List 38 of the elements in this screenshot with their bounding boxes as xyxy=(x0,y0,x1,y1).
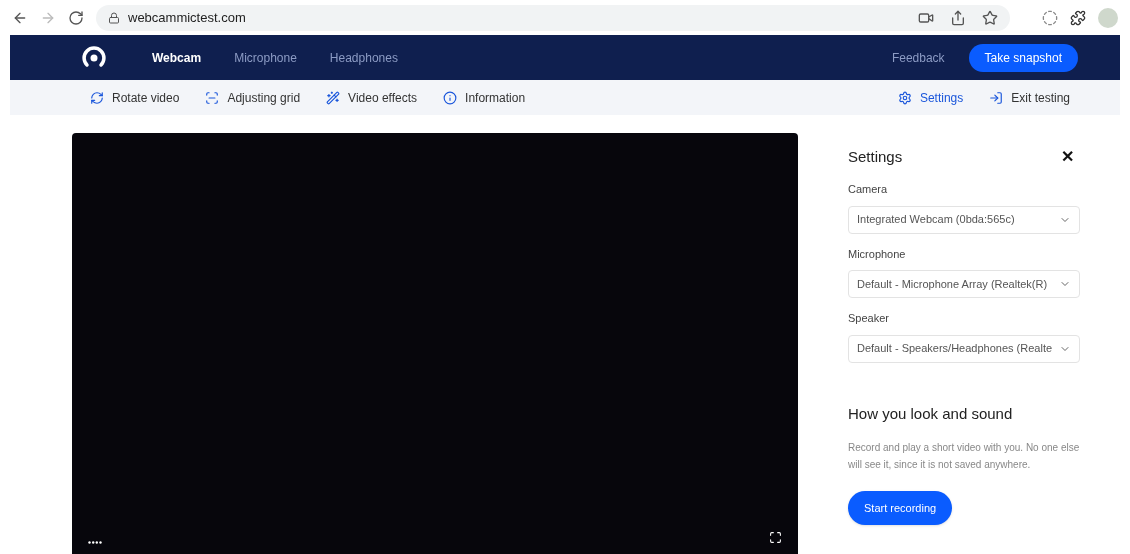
snapshot-button[interactable]: Take snapshot xyxy=(968,43,1078,72)
field-label: Camera xyxy=(848,182,889,197)
nav-tab[interactable]: Microphone xyxy=(234,48,297,67)
toolbar-button[interactable]: Video effects xyxy=(326,88,418,107)
section-heading: How you look and sound xyxy=(848,403,1014,424)
select-field[interactable]: Default - Speakers/Headphones (Realte xyxy=(848,334,1080,363)
toolbar-button[interactable]: Adjusting grid xyxy=(205,88,301,107)
grid-icon xyxy=(205,90,220,105)
star-icon[interactable] xyxy=(982,9,998,26)
reload-icon[interactable] xyxy=(68,9,84,26)
url-text: webcammictest.com xyxy=(128,8,246,27)
field-label: Speaker xyxy=(848,311,890,326)
more-icon[interactable] xyxy=(88,541,102,544)
rotate-icon xyxy=(90,90,104,105)
select-field[interactable]: Integrated Webcam (0bda:565c) xyxy=(848,205,1080,234)
share-icon[interactable] xyxy=(950,9,966,26)
record-button[interactable]: Start recording xyxy=(848,491,953,525)
toolbar-button[interactable]: Settings xyxy=(897,88,964,107)
address-bar[interactable]: webcammictest.com xyxy=(96,4,1010,31)
nav-tab[interactable]: Headphones xyxy=(329,48,398,67)
info-icon xyxy=(443,90,458,105)
gear-icon xyxy=(897,90,912,105)
close-button[interactable]: ✕ xyxy=(1061,145,1074,169)
toolbar-button[interactable]: Exit testing xyxy=(989,88,1070,107)
extension-icon[interactable] xyxy=(1042,9,1058,26)
toolbar-button[interactable]: Rotate video xyxy=(90,88,180,107)
nav-tab[interactable]: Webcam xyxy=(152,48,202,67)
toolbar-button[interactable]: Information xyxy=(443,88,526,107)
feedback-link[interactable]: Feedback xyxy=(891,48,945,67)
settings-title: Settings xyxy=(848,146,903,167)
lock-icon xyxy=(108,11,120,24)
field-label: Microphone xyxy=(848,246,907,262)
exit-icon xyxy=(989,90,1004,105)
puzzle-icon[interactable] xyxy=(1070,9,1086,26)
fullscreen-icon[interactable] xyxy=(769,531,782,544)
wand-icon xyxy=(326,90,341,105)
description-text: Record and play a short video with you. No one else will see it, since it is not saved anywhere. xyxy=(848,441,1080,472)
select-field[interactable]: Default - Microphone Array (Realtek(R) xyxy=(848,270,1080,298)
